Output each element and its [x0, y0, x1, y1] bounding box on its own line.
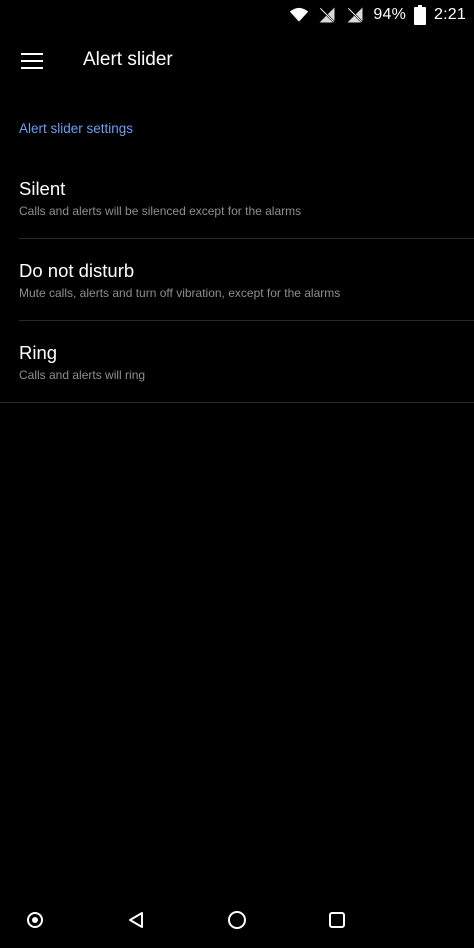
page-title: Alert slider — [83, 49, 173, 70]
option-summary: Calls and alerts will be silenced except… — [19, 204, 302, 218]
no-sim-icon — [319, 6, 336, 24]
menu-button[interactable] — [14, 43, 50, 79]
option-title: Do not disturb — [19, 260, 135, 281]
back-button[interactable] — [116, 900, 156, 940]
navigation-bar — [0, 892, 474, 948]
option-summary: Mute calls, alerts and turn off vibratio… — [19, 286, 341, 300]
hamburger-menu-icon — [21, 53, 43, 69]
wifi-icon — [290, 7, 309, 22]
battery-percentage: 94% — [373, 6, 407, 23]
option-ring[interactable]: Ring Calls and alerts will ring — [0, 321, 474, 403]
app-bar: Alert slider — [0, 30, 474, 92]
divider — [0, 402, 474, 403]
option-do-not-disturb[interactable]: Do not disturb Mute calls, alerts and tu… — [0, 239, 474, 321]
option-summary: Calls and alerts will ring — [19, 368, 146, 382]
section-header: Alert slider settings — [19, 121, 134, 136]
clock: 2:21 — [434, 6, 466, 23]
recents-button[interactable] — [317, 900, 357, 940]
battery-icon — [414, 5, 427, 25]
option-title: Ring — [19, 342, 58, 363]
option-title: Silent — [19, 178, 66, 199]
home-icon — [228, 911, 246, 929]
option-silent[interactable]: Silent Calls and alerts will be silenced… — [0, 157, 474, 239]
status-bar: 94% 2:21 — [0, 0, 474, 30]
back-icon — [129, 912, 143, 928]
assistant-icon — [27, 912, 43, 928]
option-list: Silent Calls and alerts will be silenced… — [0, 157, 474, 403]
recents-icon — [329, 912, 345, 928]
assistant-button[interactable] — [15, 900, 55, 940]
status-icons: 94% 2:21 — [289, 4, 466, 26]
no-signal-icon — [347, 6, 364, 24]
home-button[interactable] — [217, 900, 257, 940]
